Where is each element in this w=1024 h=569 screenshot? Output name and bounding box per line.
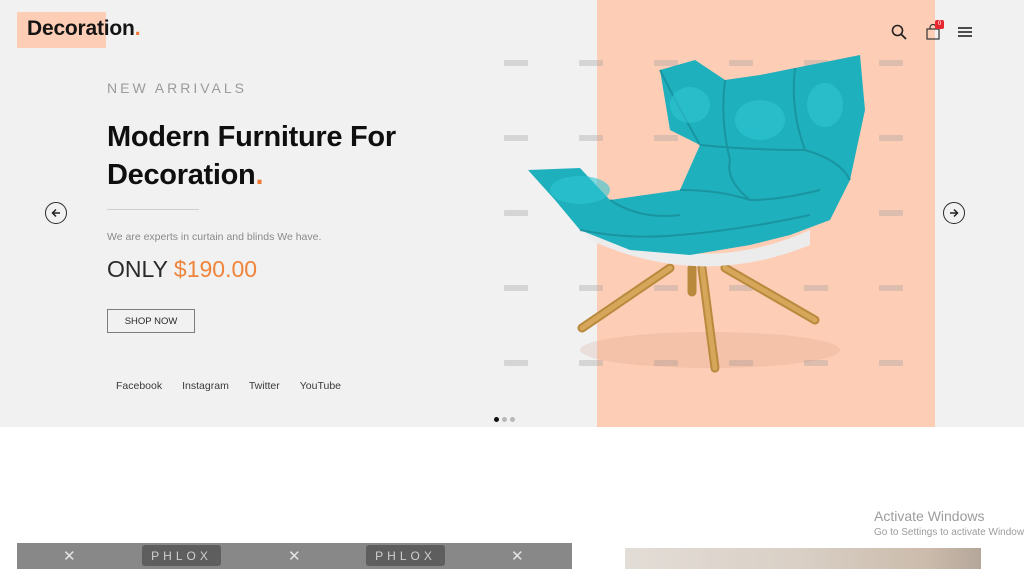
hero-slider: Decoration. 0 NEW ARRIVALS Modern Furnit… — [0, 0, 1024, 427]
search-button[interactable] — [889, 22, 909, 42]
slider-pagination — [494, 417, 518, 422]
hero-eyebrow: NEW ARRIVALS — [107, 80, 247, 96]
logo-text: Decoration — [27, 17, 135, 40]
arrow-right-icon — [950, 208, 959, 218]
phlox-logo: PHLOX — [142, 545, 221, 566]
product-image-preview — [625, 548, 981, 569]
hero-price: ONLY $190.00 — [107, 256, 257, 283]
image-placeholder-strip: ✕ PHLOX ✕ PHLOX ✕ — [17, 543, 572, 569]
watermark-dash — [879, 360, 903, 366]
arrow-left-icon — [51, 208, 60, 218]
watermark-dash — [879, 285, 903, 291]
header-actions: 0 — [889, 20, 975, 42]
social-link-facebook[interactable]: Facebook — [116, 380, 162, 392]
hero-divider — [107, 209, 199, 210]
watermark-dash — [879, 210, 903, 216]
hero-description: We are experts in curtain and blinds We … — [107, 231, 322, 243]
close-icon: ✕ — [511, 548, 524, 565]
search-icon — [891, 24, 907, 40]
cart-button[interactable]: 0 — [923, 20, 944, 42]
slider-dot-2[interactable] — [502, 417, 507, 422]
cart-count-badge: 0 — [935, 20, 944, 29]
headline-line-1: Modern Furniture For — [107, 121, 396, 153]
social-link-instagram[interactable]: Instagram — [182, 380, 229, 392]
close-icon: ✕ — [63, 548, 76, 565]
activate-title: Activate Windows — [874, 508, 985, 524]
social-links: Facebook Instagram Twitter YouTube — [116, 380, 361, 392]
slider-dot-1[interactable] — [494, 417, 499, 422]
watermark-dash — [879, 60, 903, 66]
logo-dot: . — [134, 17, 141, 40]
shop-now-button[interactable]: SHOP NOW — [107, 309, 195, 333]
slider-dot-3[interactable] — [510, 417, 515, 422]
hero-headline: Modern Furniture For Decoration. — [107, 118, 396, 194]
price-prefix: ONLY — [107, 256, 168, 282]
hamburger-menu-icon — [958, 27, 972, 37]
close-icon: ✕ — [288, 548, 301, 565]
slider-next-button[interactable] — [943, 202, 965, 224]
price-amount: $190.00 — [173, 256, 258, 282]
activate-subtitle: Go to Settings to activate Windows. — [874, 527, 1024, 538]
headline-dot: . — [255, 159, 264, 191]
watermark-dash — [879, 135, 903, 141]
phlox-logo: PHLOX — [366, 545, 445, 566]
social-link-youtube[interactable]: YouTube — [300, 380, 341, 392]
windows-activation-watermark: Activate Windows Go to Settings to activ… — [874, 508, 1024, 538]
headline-line-2: Decoration — [107, 159, 256, 191]
social-link-twitter[interactable]: Twitter — [249, 380, 280, 392]
chair-image — [528, 55, 865, 373]
slider-prev-button[interactable] — [45, 202, 67, 224]
menu-button[interactable] — [955, 22, 975, 42]
